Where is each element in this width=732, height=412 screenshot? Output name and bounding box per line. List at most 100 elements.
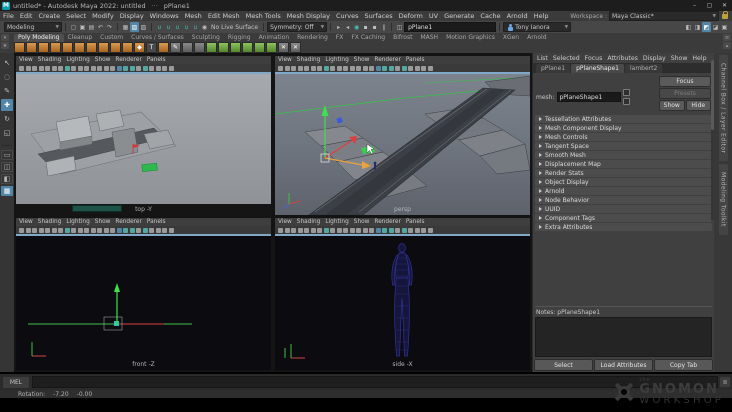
sidebar-vertical-tab[interactable]: Channel Box / Layer Editor xyxy=(718,55,728,162)
viewport-menu-item[interactable]: View xyxy=(278,57,292,63)
shelf-tab[interactable]: Rendering xyxy=(293,34,332,42)
bookmarks-icon[interactable] xyxy=(297,65,303,71)
resolution-gate-icon[interactable] xyxy=(336,227,342,233)
viewport-front[interactable]: View Shading Lighting Show Renderer Panels xyxy=(16,218,271,370)
polygon-cone-icon[interactable] xyxy=(50,42,61,53)
select-component-icon[interactable]: ▨ xyxy=(139,22,148,32)
menu-item[interactable]: File xyxy=(0,12,17,20)
top-view-canvas[interactable]: top -Y xyxy=(16,74,271,215)
safe-title-icon[interactable] xyxy=(103,227,109,233)
object-name-field[interactable] xyxy=(404,22,497,32)
screen-space-ao-icon[interactable] xyxy=(401,227,407,233)
smooth-icon[interactable]: ✕ xyxy=(290,42,301,53)
viewport-menu-item[interactable]: Lighting xyxy=(325,57,348,63)
use-all-lights-icon[interactable] xyxy=(129,65,135,71)
pin-node-icon[interactable] xyxy=(622,98,630,105)
shelf-tab[interactable]: Poly Modeling xyxy=(14,34,64,42)
mirror-icon[interactable]: ✕ xyxy=(278,42,289,53)
grease-pencil-icon[interactable] xyxy=(58,65,63,71)
make-live-icon[interactable]: ◉ xyxy=(200,22,209,32)
attribute-editor-toggle-icon[interactable]: ◩ xyxy=(702,22,711,32)
shelf-tab[interactable]: Arnold xyxy=(523,34,550,42)
viewport-menu-item[interactable]: Renderer xyxy=(374,57,400,63)
ae-menu-item[interactable]: List xyxy=(537,55,548,62)
viewport-persp[interactable]: View Shading Lighting Show Renderer Panels xyxy=(275,56,530,215)
shelf-editor-icon[interactable]: ≡ xyxy=(723,34,731,41)
attribute-section-row[interactable]: Node Behavior xyxy=(535,196,712,204)
attribute-section-row[interactable]: Smooth Mesh xyxy=(535,151,712,159)
textured-icon[interactable] xyxy=(382,65,387,71)
shelf-menu-icon[interactable]: ▾ xyxy=(1,34,9,41)
lasso-select-tool-icon[interactable]: ◌ xyxy=(1,71,13,83)
motion-blur-icon[interactable] xyxy=(408,65,413,71)
close-button[interactable]: ✕ xyxy=(717,0,732,11)
camera-attributes-icon[interactable] xyxy=(291,65,296,71)
snap-to-point-icon[interactable]: ∪ xyxy=(173,22,182,32)
super-ellipse-icon[interactable] xyxy=(122,42,133,53)
lock-camera-icon[interactable] xyxy=(25,65,31,71)
use-all-lights-icon[interactable] xyxy=(388,227,394,233)
menu-item[interactable]: Create xyxy=(35,12,63,20)
bookmarks-icon[interactable] xyxy=(38,65,44,71)
multi-cut-icon[interactable]: ✎ xyxy=(170,42,181,53)
platonic-solid-icon[interactable] xyxy=(98,42,109,53)
resolution-gate-icon[interactable] xyxy=(77,227,83,233)
menu-item[interactable]: Surfaces xyxy=(362,12,396,20)
isolate-select-icon[interactable] xyxy=(162,227,167,233)
shelf-tab[interactable]: Bifrost xyxy=(389,34,416,42)
textured-icon[interactable] xyxy=(382,227,387,233)
attribute-section-row[interactable]: Arnold xyxy=(535,187,712,195)
layout-four-pane-icon[interactable]: ▦ xyxy=(1,186,13,196)
channel-box-toggle-icon[interactable]: ◨ xyxy=(693,22,702,32)
outliner-toggle-icon[interactable]: ◧ xyxy=(684,22,693,32)
attribute-section-row[interactable]: Tessellation Attributes xyxy=(535,115,712,123)
safe-title-icon[interactable] xyxy=(362,227,368,233)
field-chart-icon[interactable] xyxy=(349,227,355,233)
snap-to-grid-icon[interactable]: ∪ xyxy=(155,22,164,32)
boolean-intersection-icon[interactable] xyxy=(230,42,241,53)
shadows-icon[interactable] xyxy=(395,227,400,233)
symmetry-dropdown[interactable]: Symmetry: Off ▼ xyxy=(267,22,328,32)
use-all-lights-icon[interactable] xyxy=(388,65,394,71)
polygon-torus-icon[interactable] xyxy=(62,42,73,53)
polygon-plane-icon[interactable] xyxy=(74,42,85,53)
motion-blur-icon[interactable] xyxy=(149,65,154,71)
menu-item[interactable]: Curves xyxy=(333,12,362,20)
character-set-dropdown[interactable]: Tony Ianora ▼ xyxy=(503,22,572,32)
separate-icon[interactable] xyxy=(266,42,277,53)
viewport-menu-item[interactable]: Panels xyxy=(147,57,166,63)
field-chart-icon[interactable] xyxy=(90,227,96,233)
ipr-render-icon[interactable]: ▪ xyxy=(370,22,379,32)
snap-to-curve-icon[interactable]: ∪ xyxy=(164,22,173,32)
viewport-menu-item[interactable]: View xyxy=(19,57,33,63)
2d-pan-zoom-icon[interactable] xyxy=(310,227,316,233)
maximize-button[interactable]: ▢ xyxy=(702,0,717,11)
wireframe-icon[interactable] xyxy=(369,65,374,71)
ae-menu-item[interactable]: Selected xyxy=(553,55,580,62)
attribute-section-row[interactable]: Extra Attributes xyxy=(535,223,712,231)
shadows-icon[interactable] xyxy=(136,65,141,71)
output-connections-icon[interactable]: ◂ xyxy=(343,22,352,32)
viewport-menu-item[interactable]: View xyxy=(19,219,33,225)
persp-view-canvas[interactable]: persp xyxy=(275,74,530,215)
lock-camera-icon[interactable] xyxy=(284,227,290,233)
no-live-surface-button[interactable]: No Live Surface xyxy=(209,24,260,31)
attribute-section-row[interactable]: Component Tags xyxy=(535,214,712,222)
ae-menu-item[interactable]: Focus xyxy=(585,55,603,62)
modeling-toolkit-toggle-icon[interactable]: ▣ xyxy=(720,22,729,32)
multisampling-icon[interactable] xyxy=(155,227,161,233)
xray-icon[interactable] xyxy=(168,227,174,233)
isolate-select-icon[interactable] xyxy=(162,65,167,71)
quad-draw-icon[interactable] xyxy=(182,42,193,53)
xray-icon[interactable] xyxy=(168,65,174,71)
menu-item[interactable]: Generate xyxy=(441,12,477,20)
bookmarks-icon[interactable] xyxy=(297,227,303,233)
shaded-icon[interactable] xyxy=(375,65,381,71)
snap-to-projected-center-icon[interactable]: ∪ xyxy=(182,22,191,32)
polygon-disc-icon[interactable] xyxy=(86,42,97,53)
attribute-section-row[interactable]: Mesh Controls xyxy=(535,133,712,141)
menu-item[interactable]: Mesh Tools xyxy=(243,12,284,20)
field-chart-icon[interactable] xyxy=(90,65,96,71)
render-current-frame-icon[interactable]: ▪ xyxy=(361,22,370,32)
gate-mask-icon[interactable] xyxy=(343,65,348,71)
